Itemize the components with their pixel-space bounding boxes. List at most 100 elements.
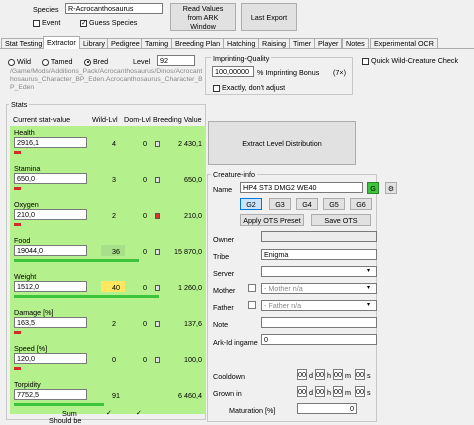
stat-value-input[interactable]: 120,0 xyxy=(14,353,87,364)
wild-level: 0 xyxy=(112,355,116,364)
grown-hours[interactable]: 00 xyxy=(315,386,325,397)
mother-select[interactable]: - Mother n/a xyxy=(261,283,377,294)
tab-player[interactable]: Player xyxy=(314,38,343,48)
stat-name: Torpidity xyxy=(14,380,41,389)
stat-value-input[interactable]: 19044,0 xyxy=(14,245,87,256)
level-input[interactable]: 92 xyxy=(157,55,195,66)
breeding-value: 100,0 xyxy=(184,355,202,364)
tribe-input[interactable]: Enigma xyxy=(261,249,377,260)
tab-hatching[interactable]: Hatching xyxy=(223,38,260,48)
apply-ots-preset-button[interactable]: Apply OTS Preset xyxy=(240,214,304,226)
event-checkbox[interactable]: Event xyxy=(33,18,60,27)
mother-filter-checkbox[interactable] xyxy=(248,284,256,292)
breeding-value: 15 870,0 xyxy=(174,247,202,256)
read-values-button[interactable]: Read Values from ARK Window xyxy=(170,3,236,31)
gen-button-g2[interactable]: G2 xyxy=(240,198,262,210)
tab-library[interactable]: Library xyxy=(79,38,109,48)
stat-level-bar xyxy=(14,151,21,154)
name-settings-button[interactable]: ⚙ xyxy=(385,182,397,194)
unit-h: h xyxy=(327,388,331,397)
gen-button-g3[interactable]: G3 xyxy=(269,198,291,210)
exactly-checkbox[interactable]: Exactly, don't adjust xyxy=(213,83,285,92)
stat-value-input[interactable]: 1512,0 xyxy=(14,281,87,292)
note-input[interactable] xyxy=(261,317,377,328)
father-select[interactable]: - Father n/a xyxy=(261,300,377,311)
grown-days[interactable]: 00 xyxy=(297,386,307,397)
gen-button-g5[interactable]: G5 xyxy=(323,198,345,210)
breeding-value: 2 430,1 xyxy=(178,139,202,148)
sum-wild-check: ✓ xyxy=(106,408,113,417)
wild-radio[interactable]: Wild xyxy=(8,57,31,66)
unit-m: m xyxy=(345,388,351,397)
grown-minutes[interactable]: 00 xyxy=(333,386,343,397)
tab-stat-testing[interactable]: Stat Testing xyxy=(1,38,47,48)
wild-level: 3 xyxy=(112,175,116,184)
lock-icon[interactable] xyxy=(155,249,160,255)
last-export-button[interactable]: Last Export xyxy=(241,3,297,31)
cooldown-seconds[interactable]: 00 xyxy=(355,369,365,380)
col-dom-lvl: Dom-Lvl xyxy=(124,115,151,124)
ark-id-input[interactable]: 0 xyxy=(261,334,377,345)
stat-value-input[interactable]: 210,0 xyxy=(14,209,87,220)
gen-button-g4[interactable]: G4 xyxy=(296,198,318,210)
owner-input[interactable] xyxy=(261,231,377,242)
guess-species-label: Guess Species xyxy=(89,18,138,27)
cooldown-minutes[interactable]: 00 xyxy=(333,369,343,380)
tab-pedigree[interactable]: Pedigree xyxy=(107,38,144,48)
lock-icon[interactable] xyxy=(155,285,160,291)
tab-extractor[interactable]: Extractor xyxy=(43,36,80,49)
stat-value-input[interactable]: 163,5 xyxy=(14,317,87,328)
lock-icon[interactable] xyxy=(155,321,160,327)
father-filter-checkbox[interactable] xyxy=(248,301,256,309)
wild-level: 40 xyxy=(112,283,120,292)
unit-d: d xyxy=(309,371,313,380)
stat-level-bar xyxy=(14,223,21,226)
cooldown-hours[interactable]: 00 xyxy=(315,369,325,380)
blueprint-path: /Game/Mods/Additions_Pack/Acrocanthosaur… xyxy=(10,68,203,91)
quick-wild-checkbox[interactable]: Quick Wild-Creature Check xyxy=(362,56,458,65)
stat-name: Stamina xyxy=(14,164,41,173)
bred-label: Bred xyxy=(93,57,109,66)
maturation-input[interactable]: 0 xyxy=(297,403,357,414)
extract-level-button[interactable]: Extract Level Distribution xyxy=(208,121,356,165)
lock-icon[interactable] xyxy=(155,213,160,219)
bred-radio[interactable]: Bred xyxy=(84,57,108,66)
tab-experimental-ocr[interactable]: Experimental OCR xyxy=(370,38,438,48)
generate-name-button[interactable]: G xyxy=(367,182,379,194)
gen-button-g6[interactable]: G6 xyxy=(350,198,372,210)
tab-raising[interactable]: Raising xyxy=(258,38,290,48)
mother-label: Mother xyxy=(213,286,236,295)
name-input[interactable]: HP4 ST3 DMG2 WE40 xyxy=(240,182,363,193)
grown-seconds[interactable]: 00 xyxy=(355,386,365,397)
imprinting-bonus-label: % Imprinting Bonus xyxy=(257,68,320,77)
tab-timer[interactable]: Timer xyxy=(289,38,316,48)
stat-name: Food xyxy=(14,236,31,245)
wild-level: 91 xyxy=(112,391,120,400)
lock-icon[interactable] xyxy=(155,141,160,147)
stat-value-input[interactable]: 2916,1 xyxy=(14,137,87,148)
stat-row-stamina: Stamina 650,0 3 0 650,0 xyxy=(10,162,206,198)
save-ots-button[interactable]: Save OTS xyxy=(311,214,371,226)
lock-icon[interactable] xyxy=(155,357,160,363)
stat-name: Health xyxy=(14,128,35,137)
tab-notes[interactable]: Notes xyxy=(342,38,369,48)
guess-species-checkbox[interactable]: Guess Species xyxy=(80,18,137,27)
species-input[interactable]: R-Acrocanthosaurus xyxy=(65,3,163,14)
tamed-radio[interactable]: Tamed xyxy=(42,57,72,66)
server-select[interactable] xyxy=(261,266,377,277)
species-label: Species xyxy=(33,5,59,14)
stat-level-bar xyxy=(14,331,21,334)
maturation-label: Maturation [%] xyxy=(229,406,276,415)
wild-level: 2 xyxy=(112,319,116,328)
creature-info-title: Creature-info xyxy=(211,170,257,179)
cooldown-days[interactable]: 00 xyxy=(297,369,307,380)
stat-value-input[interactable]: 7752,5 xyxy=(14,389,87,400)
dom-level: 0 xyxy=(143,283,147,292)
lock-icon[interactable] xyxy=(155,177,160,183)
stat-row-health: Health 2916,1 4 0 2 430,1 xyxy=(10,126,206,162)
name-label: Name xyxy=(213,185,233,194)
imprinting-input[interactable]: 100,00000 xyxy=(212,66,254,77)
stat-value-input[interactable]: 650,0 xyxy=(14,173,87,184)
tab-taming[interactable]: Taming xyxy=(141,38,173,48)
tab-breeding-plan[interactable]: Breeding Plan xyxy=(171,38,225,48)
